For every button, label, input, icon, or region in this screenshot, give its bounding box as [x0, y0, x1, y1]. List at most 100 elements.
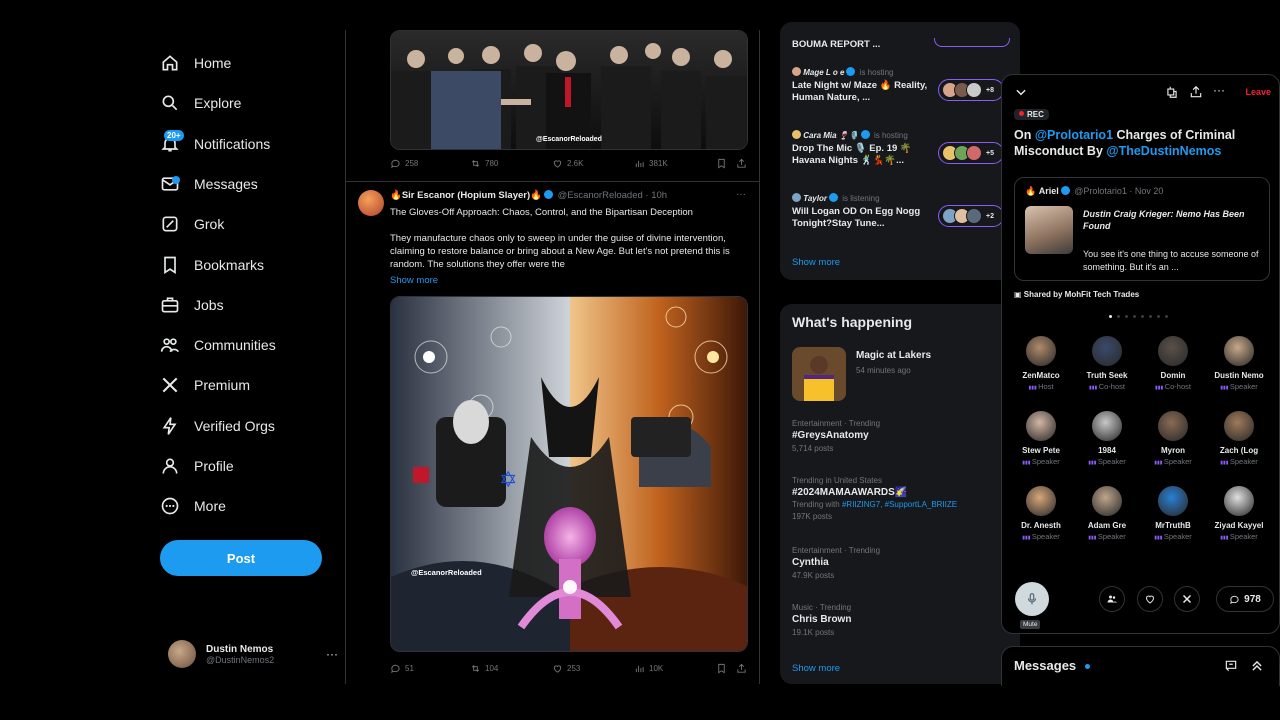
leave-button[interactable]: Leave: [1245, 87, 1271, 97]
avatar: [966, 82, 982, 98]
views-button[interactable]: 381K: [634, 158, 716, 169]
event-name[interactable]: Magic at Lakers: [856, 350, 931, 361]
nav-item-grok[interactable]: Grok: [160, 208, 224, 240]
comments-button[interactable]: 978: [1216, 586, 1274, 612]
share-button[interactable]: [736, 158, 747, 169]
people-icon: [1107, 595, 1117, 603]
tweet-author-name[interactable]: 🔥Sir Escanor (Hopium Slayer)🔥: [390, 190, 542, 201]
trends-show-more[interactable]: Show more: [792, 663, 840, 674]
speaker-tile[interactable]: Dr. Anesth Speaker: [1008, 484, 1074, 541]
views-chart-icon: [635, 160, 644, 168]
reply-button[interactable]: 258: [390, 158, 470, 169]
verified-badge-icon: [828, 193, 838, 202]
repost-icon: [471, 160, 480, 167]
speaker-role: Host: [1008, 382, 1074, 391]
nav-item-messages[interactable]: Messages: [160, 168, 258, 200]
speaker-name: 1984: [1098, 446, 1116, 455]
trend-hashtags[interactable]: #RIIZING7, #SupportLA_BRIIZE: [842, 500, 957, 509]
clip-icon[interactable]: [1165, 85, 1179, 99]
nav-item-communities[interactable]: Communities: [160, 329, 276, 361]
tweet-show-more[interactable]: Show more: [390, 275, 438, 286]
speaker-tile[interactable]: 1984 Speaker: [1074, 409, 1140, 466]
bookmark-button[interactable]: [716, 663, 736, 674]
shared-post-card[interactable]: 🔥 Ariel @Prolotario1 · Nov 20 Dustin Cra…: [1014, 177, 1270, 281]
chevron-up-double-icon[interactable]: [1250, 659, 1264, 673]
reply-button[interactable]: 51: [390, 663, 470, 674]
nav-item-more[interactable]: More: [160, 490, 226, 522]
svg-text:✡: ✡: [499, 468, 517, 493]
views-button[interactable]: 10K: [634, 663, 716, 674]
trend-item[interactable]: Music · Trending Chris Brown 19.1K posts: [792, 603, 1002, 637]
tweet-author-avatar[interactable]: [358, 190, 384, 216]
speaker-tile[interactable]: Stew Pete Speaker: [1008, 409, 1074, 466]
speaker-tile[interactable]: Adam Gre Speaker: [1074, 484, 1140, 541]
divider: [346, 181, 759, 182]
space-item[interactable]: Taylor is listening Will Logan OD On Egg …: [792, 193, 1004, 230]
like-button[interactable]: 253: [552, 663, 634, 674]
nav-item-bookmarks[interactable]: Bookmarks: [160, 249, 264, 281]
account-switcher[interactable]: Dustin Nemos @DustinNemos2 ···: [168, 636, 338, 672]
nav-item-profile[interactable]: Profile: [160, 450, 234, 482]
mention-link[interactable]: @TheDustinNemos: [1106, 144, 1221, 158]
home-icon: [160, 53, 180, 73]
tools-button[interactable]: [1174, 586, 1200, 612]
trend-item[interactable]: Trending in United States #2024MAMAAWARDS…: [792, 476, 1002, 521]
people-button[interactable]: [1099, 586, 1125, 612]
speaker-tile[interactable]: Domin Co-host: [1140, 334, 1206, 391]
more-dots-icon[interactable]: ···: [1213, 83, 1227, 97]
speaker-tile[interactable]: Dustin Nemo Speaker: [1206, 334, 1272, 391]
nav-item-explore[interactable]: Explore: [160, 87, 241, 119]
space-item[interactable]: Mage L o e is hosting Late Night w/ Maze …: [792, 67, 1004, 104]
speaker-role: Speaker: [1206, 382, 1272, 391]
tweet-image[interactable]: @EscanorReloaded: [390, 30, 748, 150]
mute-button[interactable]: [1015, 582, 1049, 616]
new-message-icon[interactable]: [1224, 659, 1238, 673]
event-thumbnail[interactable]: [792, 347, 846, 401]
bookmark-button[interactable]: [716, 158, 736, 169]
messages-drawer[interactable]: Messages: [1001, 646, 1280, 686]
tweet-image[interactable]: ✡ @EscanorReloaded: [390, 296, 748, 652]
notification-badge: 20+: [164, 129, 184, 141]
chevron-down-icon[interactable]: [1014, 85, 1028, 99]
nav-item-label: Communities: [194, 337, 276, 354]
trend-item[interactable]: Entertainment · Trending Cynthia 47.9K pos…: [792, 546, 1002, 580]
more-dots-icon[interactable]: ···: [326, 647, 338, 661]
avatar: [966, 145, 982, 161]
react-button[interactable]: [1137, 586, 1163, 612]
post-button[interactable]: Post: [160, 540, 322, 576]
nav-item-notifications[interactable]: 20+ Notifications: [160, 128, 270, 160]
nav-item-premium[interactable]: Premium: [160, 369, 250, 401]
avatar: [1156, 334, 1190, 368]
nav-item-verified-orgs[interactable]: Verified Orgs: [160, 410, 275, 442]
repost-button[interactable]: 104: [470, 663, 552, 674]
verified-badge-icon: [846, 67, 856, 76]
speaker-tile[interactable]: Myron Speaker: [1140, 409, 1206, 466]
space-title[interactable]: BOUMA REPORT ...: [792, 39, 880, 50]
trend-name: #2024MAMAAWARDS🌠: [792, 487, 908, 498]
repost-button[interactable]: 780: [470, 158, 552, 169]
reply-icon: [391, 664, 400, 674]
mention-link[interactable]: @Prolotario1: [1035, 128, 1113, 142]
like-button[interactable]: 2.6K: [552, 158, 634, 169]
share-button[interactable]: [736, 663, 747, 674]
tweet-more-icon[interactable]: ···: [736, 189, 746, 200]
spaces-show-more[interactable]: Show more: [792, 257, 840, 268]
trend-item[interactable]: Entertainment · Trending #GreysAnatomy 5,7…: [792, 419, 1002, 453]
speaker-tile[interactable]: Truth Seek Co-host: [1074, 334, 1140, 391]
whats-happening-title: What's happening: [792, 314, 912, 330]
tweet-author-handle[interactable]: @EscanorReloaded: [558, 190, 643, 201]
space-item[interactable]: Cara Mia 🍷🎙️ is hosting Drop The Mic 🎙️ E…: [792, 130, 1004, 167]
speaker-name: Myron: [1161, 446, 1185, 455]
speaker-tile[interactable]: Ziyad Kayyel Speaker: [1206, 484, 1272, 541]
nav-item-jobs[interactable]: Jobs: [160, 289, 224, 321]
share-icon[interactable]: [1189, 85, 1203, 99]
share-icon: [737, 158, 746, 168]
speaker-tile[interactable]: MrTruthB Speaker: [1140, 484, 1206, 541]
speaker-tile[interactable]: Zach (Log Speaker: [1206, 409, 1272, 466]
nav-item-home[interactable]: Home: [160, 47, 231, 79]
unread-dot: [172, 175, 180, 184]
nav-item-label: Messages: [194, 175, 258, 192]
space-toolbar: ··· Leave: [1002, 83, 1279, 103]
speaker-tile[interactable]: ZenMatco Host: [1008, 334, 1074, 391]
comment-icon: [1230, 595, 1239, 604]
